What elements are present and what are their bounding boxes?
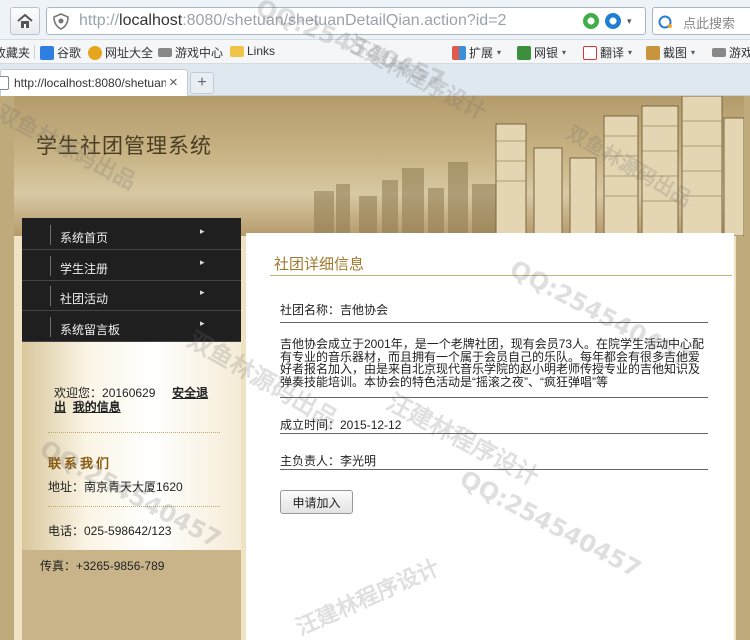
user-panel: 欢迎您：20160629 安全退出 我的信息 联系我们 地址：南京青天大厦162… [22,342,241,550]
gamepad-icon [712,48,726,57]
nav-item-register[interactable]: 学生注册 ▸ [22,251,241,281]
shield-icon [517,45,531,60]
menu-divider [50,286,51,306]
welcome-text: 欢迎您：20160629 安全退出 我的信息 [54,386,209,414]
city-skyline-illustration [314,96,744,236]
row-divider [280,469,708,470]
bookmark-favorites[interactable]: 收藏夹 [0,44,30,61]
club-founded-date: 成立时间：2015-12-12 [280,418,402,432]
contact-address: 地址：南京青天大厦1620 [48,480,183,494]
club-detail-panel: 社团详细信息 社团名称：吉他协会 吉他协会成立于2001年，是一个老牌社团，现有… [246,233,734,640]
divider [48,432,220,433]
google-icon [40,45,54,60]
row-divider [280,433,708,434]
contact-fax: 传真：+3265-9856-789 [40,559,165,573]
my-info-link[interactable]: 我的信息 [73,400,121,414]
club-introduction: 吉他协会成立于2001年，是一个老牌社团，现有会员73人。在院学生活动中心配有专… [280,337,705,389]
web-page: 学生社团管理系统 系统首页 ▸ 学生注册 ▸ 社团活动 ▸ 系统留言板 ▸ 欢迎… [0,96,750,640]
grid-icon [452,45,466,60]
row-divider [280,322,708,323]
new-tab-button[interactable]: + [190,72,214,94]
nav-item-guestbook[interactable]: 系统留言板 ▸ [22,312,241,342]
nav-item-home[interactable]: 系统首页 ▸ [22,220,241,250]
fax-panel: 传真：+3265-9856-789 [22,550,241,640]
translate-icon [583,45,597,60]
header-banner: 学生社团管理系统 [14,96,744,236]
address-toolbar: http://localhost:8080/shetuan/shetuanDet… [0,0,750,40]
search-icon [658,15,672,29]
nav-item-label: 系统首页 [60,231,109,245]
tab-active[interactable]: http://localhost:8080/shetuan × [0,69,188,96]
toolbar-games[interactable]: 游戏 [712,44,750,61]
security-shield-icon [53,13,69,30]
refresh-icon[interactable] [583,13,599,29]
url-text: http://localhost:8080/shetuan/shetuanDet… [79,12,507,29]
row-divider [280,397,708,398]
chevron-down-icon: ▾ [497,48,502,57]
search-field[interactable]: 点此搜索 [652,7,750,35]
page-left-border [0,96,14,640]
nav-item-label: 学生注册 [60,262,109,276]
toolbar-extensions[interactable]: 扩展 ▾ [452,44,501,61]
nav-menu: 系统首页 ▸ 学生注册 ▸ 社团活动 ▸ 系统留言板 ▸ [22,218,241,342]
folder-icon [230,45,244,57]
tab-strip: http://localhost:8080/shetuan × + [0,64,750,96]
heading-underline [270,275,732,276]
menu-divider [50,317,51,337]
contact-phone: 电话：025-598642/123 [48,524,172,538]
arrow-right-icon: ▸ [200,318,205,328]
url-field[interactable]: http://localhost:8080/shetuan/shetuanDet… [46,7,646,35]
sidebar: 系统首页 ▸ 学生注册 ▸ 社团活动 ▸ 系统留言板 ▸ 欢迎您：2016062… [22,218,241,640]
browser-window: http://localhost:8080/shetuan/shetuanDet… [0,0,750,640]
toolbar-ebank[interactable]: 网银 ▾ [517,44,566,61]
bookmarks-bar: 收藏夹 谷歌 网址大全 游戏中心 Links 扩展 ▾ 网银 ▾ 翻译 ▾ 截图 ▾ 游… [0,40,750,64]
chevron-down-icon: ▾ [691,48,696,57]
url-action-icons: ▾ [583,13,637,29]
panel-heading: 社团详细信息 [274,256,365,273]
club-leader: 主负责人：李光明 [280,454,377,468]
close-icon[interactable]: × [169,74,178,91]
home-icon [17,13,33,28]
tab-title: http://localhost:8080/shetuan [14,76,166,90]
bookmark-divider [34,45,35,59]
join-club-button[interactable]: 申请加入 [280,490,353,514]
ie-mode-icon[interactable] [605,13,621,29]
arrow-right-icon: ▸ [200,287,205,297]
scissors-icon [646,45,660,60]
search-placeholder: 点此搜索 [683,16,736,31]
site-title: 学生社团管理系统 [36,134,212,158]
globe-icon [88,45,102,60]
divider [48,506,220,507]
bookmark-game-center[interactable]: 游戏中心 [158,44,223,61]
dropdown-arrow-icon[interactable]: ▾ [627,13,637,29]
nav-item-label: 社团活动 [60,292,109,306]
arrow-right-icon: ▸ [200,226,205,236]
home-button[interactable] [10,7,40,35]
club-name: 社团名称：吉他协会 [280,303,389,317]
nav-item-activities[interactable]: 社团活动 ▸ [22,281,241,311]
bookmark-site-directory[interactable]: 网址大全 [88,44,153,61]
chevron-down-icon: ▾ [628,48,633,57]
chevron-down-icon: ▾ [562,48,567,57]
arrow-right-icon: ▸ [200,257,205,267]
bookmark-google[interactable]: 谷歌 [40,44,81,61]
toolbar-screenshot[interactable]: 截图 ▾ [646,44,695,61]
page-favicon-icon [0,76,9,90]
username: 20160629 [102,386,156,400]
nav-item-label: 系统留言板 [60,323,121,337]
menu-divider [50,256,51,276]
toolbar-translate[interactable]: 翻译 ▾ [583,44,632,61]
bookmark-links[interactable]: Links [230,44,275,58]
menu-divider [50,225,51,245]
gamepad-icon [158,48,172,57]
contact-heading: 联系我们 [48,457,113,472]
